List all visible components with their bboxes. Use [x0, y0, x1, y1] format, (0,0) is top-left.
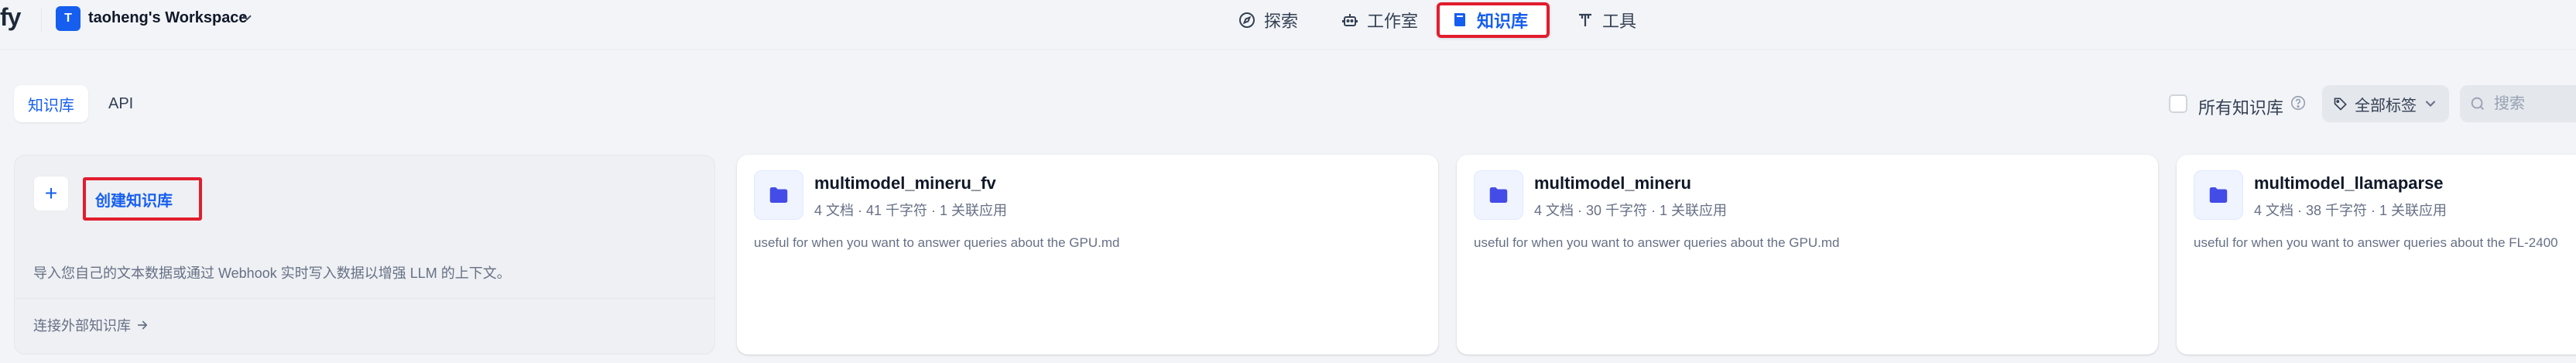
tab-datasets[interactable]: 知识库	[14, 85, 88, 122]
folder-icon	[754, 170, 803, 220]
arrow-right-icon	[137, 320, 148, 330]
dataset-description: useful for when you want to answer queri…	[2194, 235, 2558, 250]
folder-icon	[2194, 170, 2243, 220]
top-bar: fy T taoheng's Workspace 探索 工作室 知识库 工具	[0, 0, 2576, 43]
create-dataset-card[interactable]: + 创建知识库 导入您自己的文本数据或通过 Webhook 实时写入数据以增强 …	[14, 155, 715, 354]
tab-api[interactable]: API	[94, 85, 147, 122]
workspace-name[interactable]: taoheng's Workspace	[88, 9, 248, 27]
search-box[interactable]	[2460, 85, 2576, 122]
nav-studio-label: 工作室	[1367, 12, 1419, 31]
dataset-card[interactable]: multimodel_mineru 4 文档 · 30 千字符 · 1 关联应用…	[1457, 155, 2158, 354]
dataset-name: multimodel_mineru	[1534, 173, 1691, 193]
dataset-meta: 4 文档 · 30 千字符 · 1 关联应用	[1534, 203, 1728, 218]
dataset-name: multimodel_mineru_fv	[814, 173, 996, 193]
app-logo[interactable]: fy	[0, 3, 21, 32]
robot-icon	[1342, 14, 1358, 26]
tag-icon	[2334, 98, 2347, 111]
chevron-down-icon	[2425, 101, 2436, 107]
folder-icon	[1474, 170, 1523, 220]
book-icon	[1454, 13, 1465, 26]
compass-icon	[1239, 12, 1255, 28]
nav-explore[interactable]: 探索	[1227, 3, 1309, 37]
search-input[interactable]	[2492, 94, 2576, 114]
dataset-name: multimodel_llamaparse	[2254, 173, 2444, 193]
create-dataset-description: 导入您自己的文本数据或通过 Webhook 实时写入数据以增强 LLM 的上下文…	[33, 265, 511, 281]
dataset-meta: 4 文档 · 38 千字符 · 1 关联应用	[2254, 203, 2448, 218]
nav-tools[interactable]: 工具	[1565, 3, 1647, 37]
help-icon[interactable]	[2290, 94, 2307, 111]
nav-explore-label: 探索	[1264, 12, 1299, 31]
nav-datasets-label: 知识库	[1477, 12, 1529, 31]
top-bar-divider	[0, 49, 2576, 50]
connect-external-label: 连接外部知识库	[33, 318, 131, 334]
create-dataset-label: 创建知识库	[95, 192, 173, 210]
all-datasets-label[interactable]: 所有知识库	[2198, 94, 2283, 119]
search-icon	[2471, 97, 2484, 110]
dataset-meta: 4 文档 · 41 千字符 · 1 关联应用	[814, 203, 1008, 218]
plus-icon[interactable]: +	[33, 176, 69, 211]
create-dataset-button[interactable]: 创建知识库	[83, 177, 202, 221]
nav-studio[interactable]: 工作室	[1330, 3, 1429, 37]
dataset-card[interactable]: multimodel_llamaparse 4 文档 · 38 千字符 · 1 …	[2177, 155, 2576, 354]
tools-icon	[1579, 13, 1591, 26]
dataset-description: useful for when you want to answer queri…	[1474, 235, 1840, 250]
dataset-description: useful for when you want to answer queri…	[754, 235, 1120, 250]
nav-datasets[interactable]: 知识库	[1437, 2, 1550, 38]
card-divider	[15, 298, 714, 299]
connect-external-dataset-link[interactable]: 连接外部知识库	[33, 315, 149, 335]
logo-divider	[41, 8, 42, 33]
workspace-avatar[interactable]: T	[56, 6, 80, 31]
nav-tools-label: 工具	[1602, 12, 1637, 31]
all-datasets-checkbox[interactable]	[2169, 94, 2187, 113]
dataset-card[interactable]: multimodel_mineru_fv 4 文档 · 41 千字符 · 1 关…	[737, 155, 1438, 354]
tag-filter-label: 全部标签	[2355, 97, 2417, 115]
tag-filter-dropdown[interactable]: 全部标签	[2322, 85, 2449, 122]
chevron-down-icon[interactable]	[240, 11, 254, 25]
